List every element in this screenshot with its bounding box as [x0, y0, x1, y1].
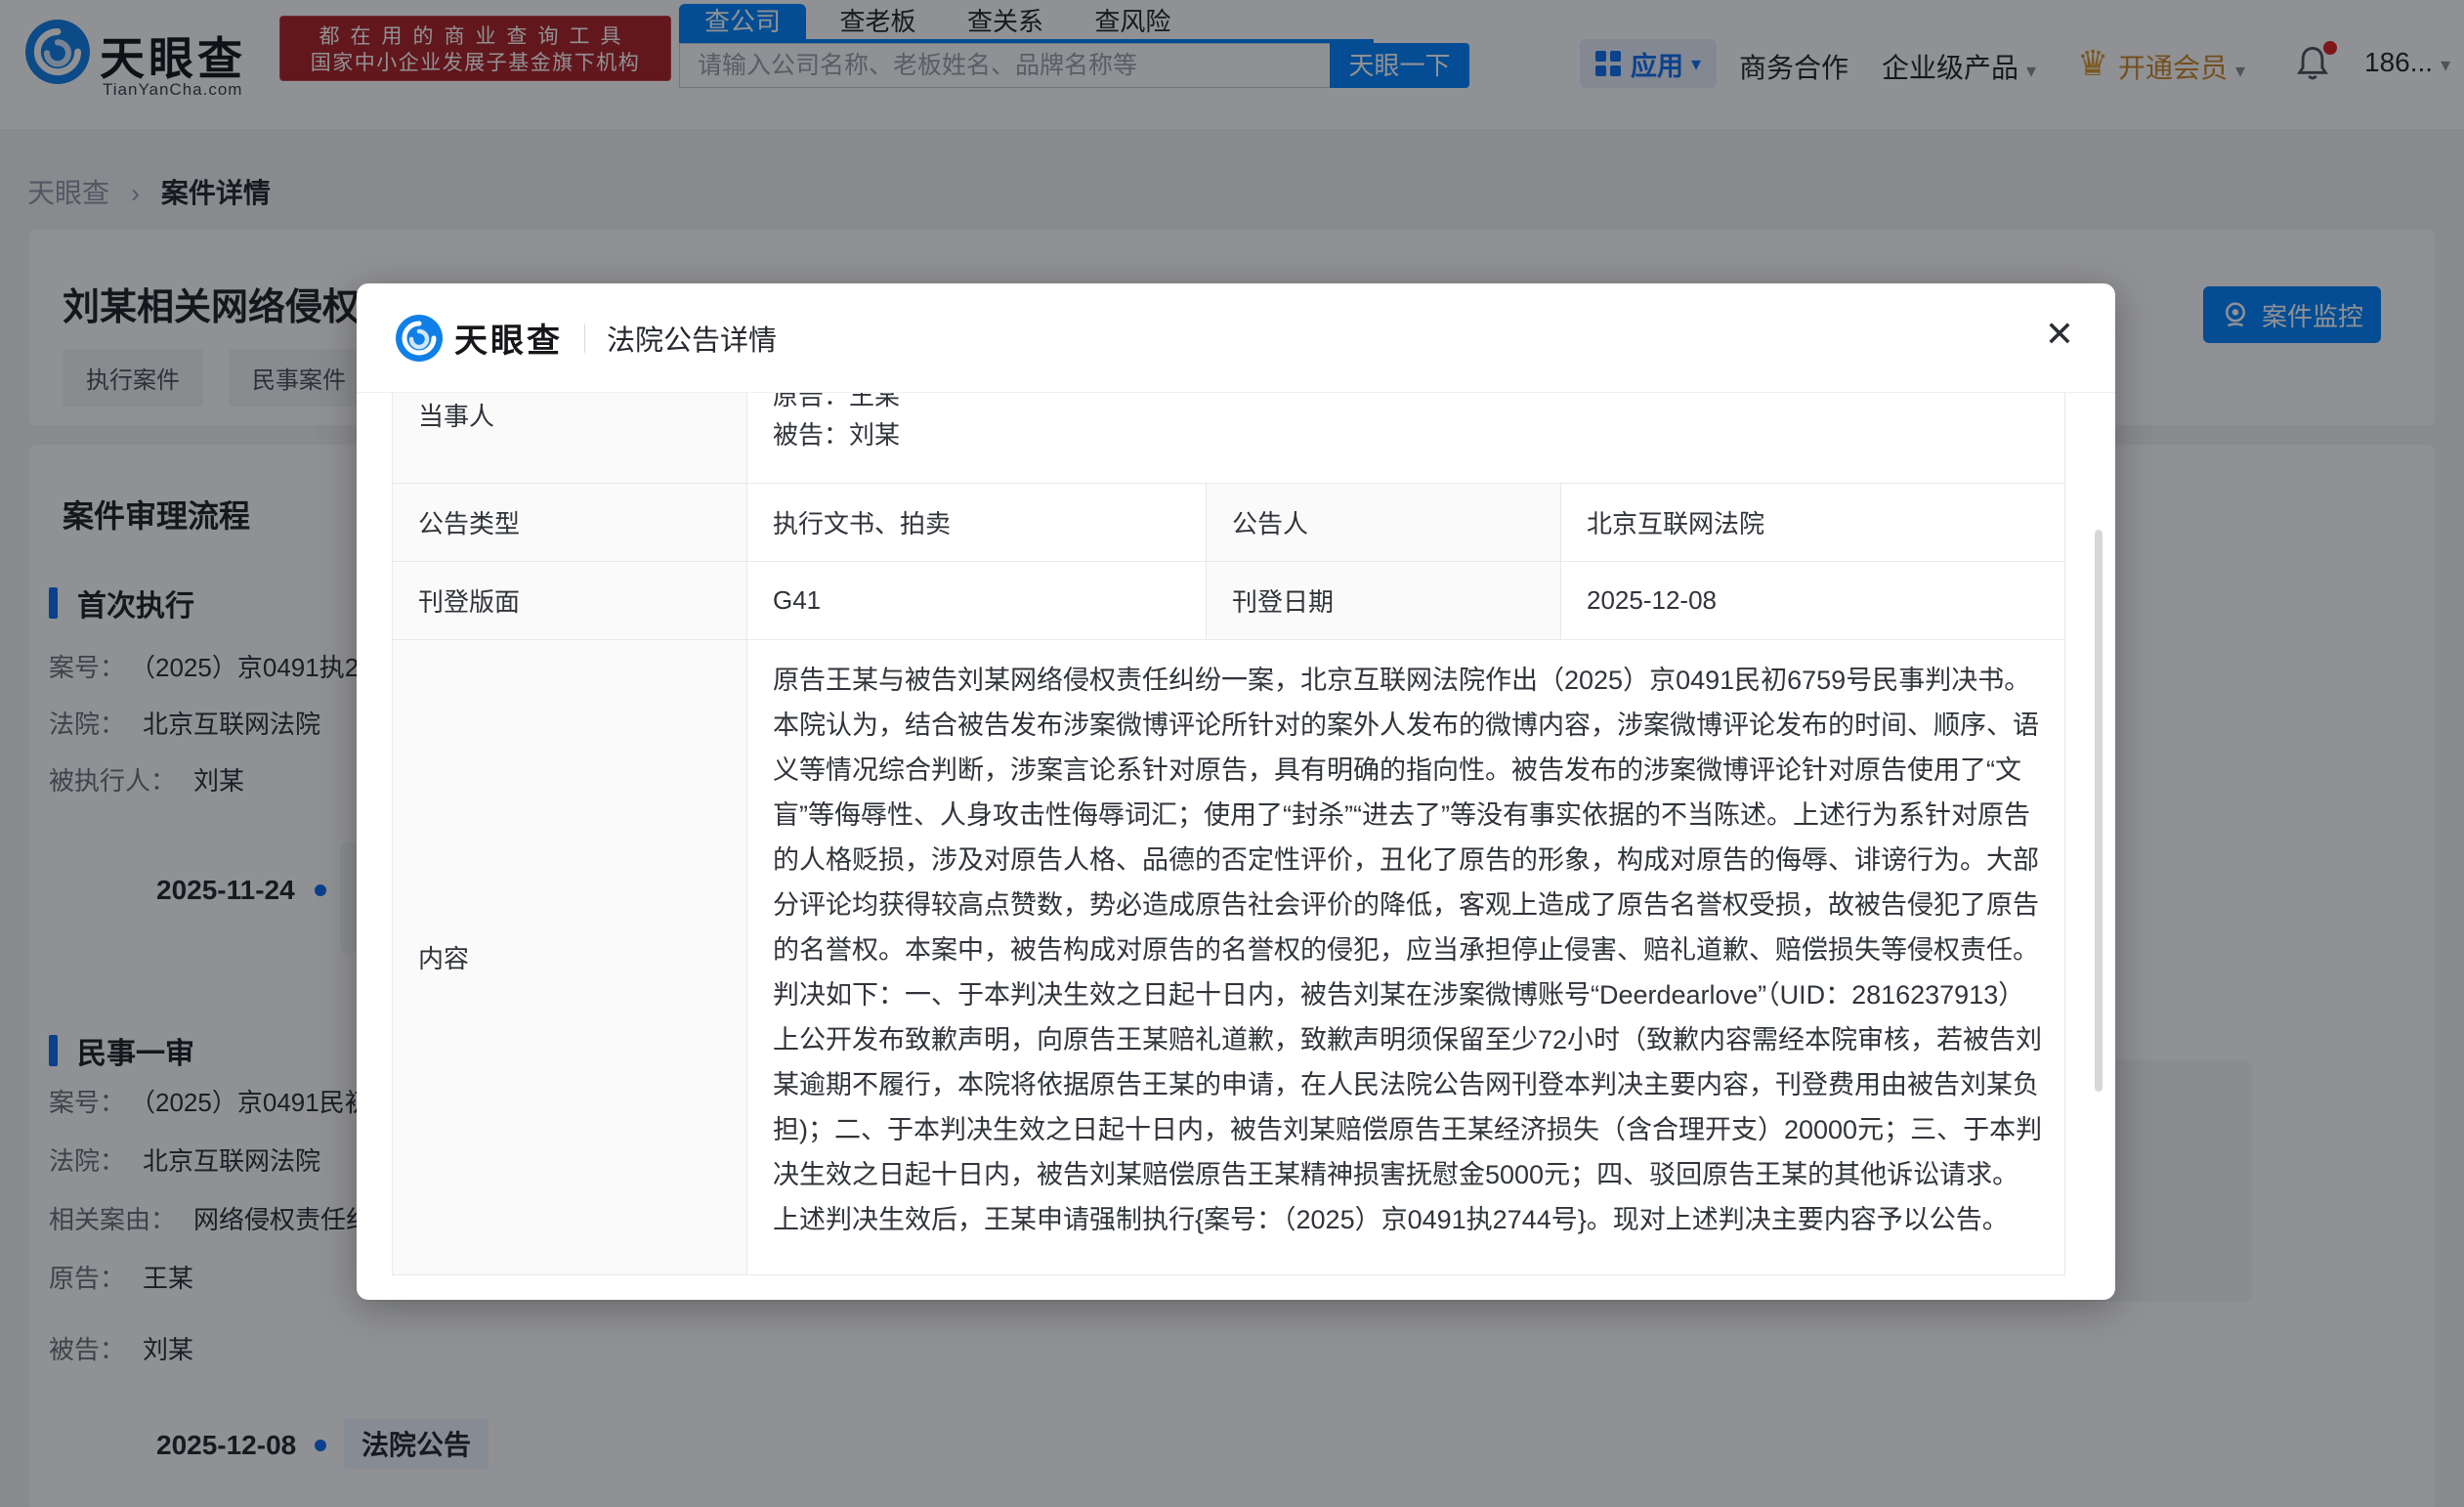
- tianyancha-logo-icon: [396, 315, 443, 362]
- announcement-type-value: 执行文书、拍卖: [747, 484, 1207, 562]
- party-label: 当事人: [393, 393, 747, 484]
- table-row-party: 当事人 原告：王某 被告：刘某: [393, 393, 2065, 484]
- court-announcement-modal: 天眼查 法院公告详情 ✕ 当事人 原告：王某 被告：刘某 公告类型 执行文书、拍…: [357, 283, 2115, 1300]
- party-defendant: 被告：刘某: [773, 415, 2045, 454]
- party-plaintiff: 原告：王某: [773, 393, 2045, 415]
- table-row-content: 内容 原告王某与被告刘某网络侵权责任纠纷一案，北京互联网法院作出（2025）京0…: [393, 640, 2065, 1275]
- modal-scrollbar-thumb[interactable]: [2095, 530, 2103, 1092]
- announcer-label: 公告人: [1207, 484, 1561, 562]
- modal-header: 天眼查 法院公告详情 ✕: [357, 283, 2115, 393]
- modal-title: 法院公告详情: [607, 318, 777, 359]
- app-window: 天眼查 TianYanCha.com 都在用的商业查询工具 国家中小企业发展子基…: [0, 0, 2464, 1507]
- announcement-type-label: 公告类型: [393, 484, 747, 562]
- table-row-publication: 刊登版面 G41 刊登日期 2025-12-08: [393, 562, 2065, 640]
- brand-name: 天眼查: [454, 314, 563, 362]
- table-row-type: 公告类型 执行文书、拍卖 公告人 北京互联网法院: [393, 484, 2065, 562]
- content-label: 内容: [393, 640, 747, 1275]
- header-divider: [584, 323, 585, 353]
- party-value: 原告：王某 被告：刘某: [747, 393, 2065, 484]
- publication-page-value: G41: [747, 562, 1207, 640]
- publication-date-label: 刊登日期: [1207, 562, 1561, 640]
- announcer-value: 北京互联网法院: [1561, 484, 2065, 562]
- close-icon[interactable]: ✕: [2045, 317, 2074, 352]
- announcement-table: 当事人 原告：王某 被告：刘某 公告类型 执行文书、拍卖 公告人 北京互联网法院…: [392, 393, 2065, 1275]
- publication-date-value: 2025-12-08: [1561, 562, 2065, 640]
- modal-body: 当事人 原告：王某 被告：刘某 公告类型 执行文书、拍卖 公告人 北京互联网法院…: [357, 393, 2115, 1299]
- content-value: 原告王某与被告刘某网络侵权责任纠纷一案，北京互联网法院作出（2025）京0491…: [747, 640, 2065, 1275]
- publication-page-label: 刊登版面: [393, 562, 747, 640]
